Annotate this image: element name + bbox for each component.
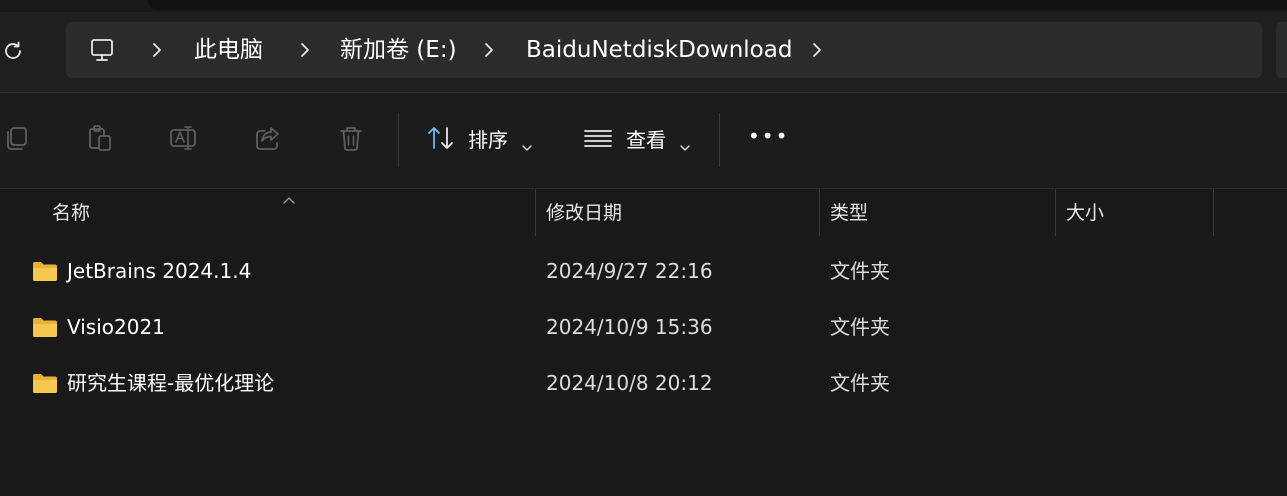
sort-ascending-icon <box>282 189 296 204</box>
breadcrumb-item-current-folder[interactable]: BaiduNetdiskDownload <box>526 35 792 65</box>
file-type: 文件夹 <box>830 315 890 339</box>
share-icon[interactable] <box>253 123 283 153</box>
chevron-right-icon[interactable] <box>298 40 312 60</box>
file-name[interactable]: 研究生课程-最优化理论 <box>67 370 274 396</box>
chevron-right-icon[interactable] <box>810 40 824 60</box>
address-bar: 此电脑 新加卷 (E:) BaiduNetdiskDownload <box>0 12 1287 92</box>
file-modified: 2024/10/9 15:36 <box>546 315 713 339</box>
view-list-icon[interactable] <box>582 123 612 153</box>
command-toolbar: 排序 查看 ••• <box>0 93 1287 188</box>
sort-arrows-icon[interactable] <box>425 123 455 153</box>
delete-trash-icon[interactable] <box>336 123 366 153</box>
toolbar-separator <box>719 113 720 167</box>
file-modified: 2024/9/27 22:16 <box>546 259 713 283</box>
folder-icon <box>32 372 58 394</box>
copy-icon[interactable] <box>2 123 32 153</box>
breadcrumb[interactable]: 此电脑 新加卷 (E:) BaiduNetdiskDownload <box>66 22 1262 78</box>
file-type: 文件夹 <box>830 259 890 283</box>
folder-icon <box>32 316 58 338</box>
column-header: 名称 修改日期 类型 大小 <box>0 189 1287 237</box>
column-divider[interactable] <box>535 189 536 236</box>
chevron-down-icon[interactable] <box>680 137 690 151</box>
this-pc-monitor-icon[interactable] <box>88 36 116 64</box>
toolbar-separator <box>398 113 399 167</box>
column-header-type[interactable]: 类型 <box>830 201 868 225</box>
search-box-edge[interactable] <box>1276 22 1287 78</box>
file-modified: 2024/10/8 20:12 <box>546 371 713 395</box>
column-divider[interactable] <box>1055 189 1056 236</box>
view-button[interactable]: 查看 <box>626 127 666 153</box>
chevron-right-icon[interactable] <box>482 40 496 60</box>
file-type: 文件夹 <box>830 371 890 395</box>
file-name[interactable]: JetBrains 2024.1.4 <box>67 258 251 284</box>
table-row[interactable]: JetBrains 2024.1.4 2024/9/27 22:16 文件夹 <box>0 244 1287 300</box>
window-top-strip <box>148 0 1287 10</box>
column-header-size[interactable]: 大小 <box>1066 201 1104 225</box>
breadcrumb-item-this-pc[interactable]: 此电脑 <box>194 35 263 65</box>
column-divider[interactable] <box>1213 189 1214 236</box>
file-name[interactable]: Visio2021 <box>67 314 165 340</box>
refresh-icon[interactable] <box>0 38 26 64</box>
breadcrumb-item-drive-e[interactable]: 新加卷 (E:) <box>340 35 457 65</box>
column-header-name[interactable]: 名称 <box>52 201 90 225</box>
paste-icon[interactable] <box>85 123 115 153</box>
rename-icon[interactable] <box>168 123 198 153</box>
sort-button[interactable]: 排序 <box>468 127 508 153</box>
folder-icon <box>32 260 58 282</box>
column-header-modified[interactable]: 修改日期 <box>546 201 622 225</box>
chevron-down-icon[interactable] <box>522 137 532 151</box>
table-row[interactable]: 研究生课程-最优化理论 2024/10/8 20:12 文件夹 <box>0 356 1287 412</box>
more-options-icon[interactable]: ••• <box>748 123 789 149</box>
table-row[interactable]: Visio2021 2024/10/9 15:36 文件夹 <box>0 300 1287 356</box>
chevron-right-icon[interactable] <box>150 40 164 60</box>
column-divider[interactable] <box>819 189 820 236</box>
